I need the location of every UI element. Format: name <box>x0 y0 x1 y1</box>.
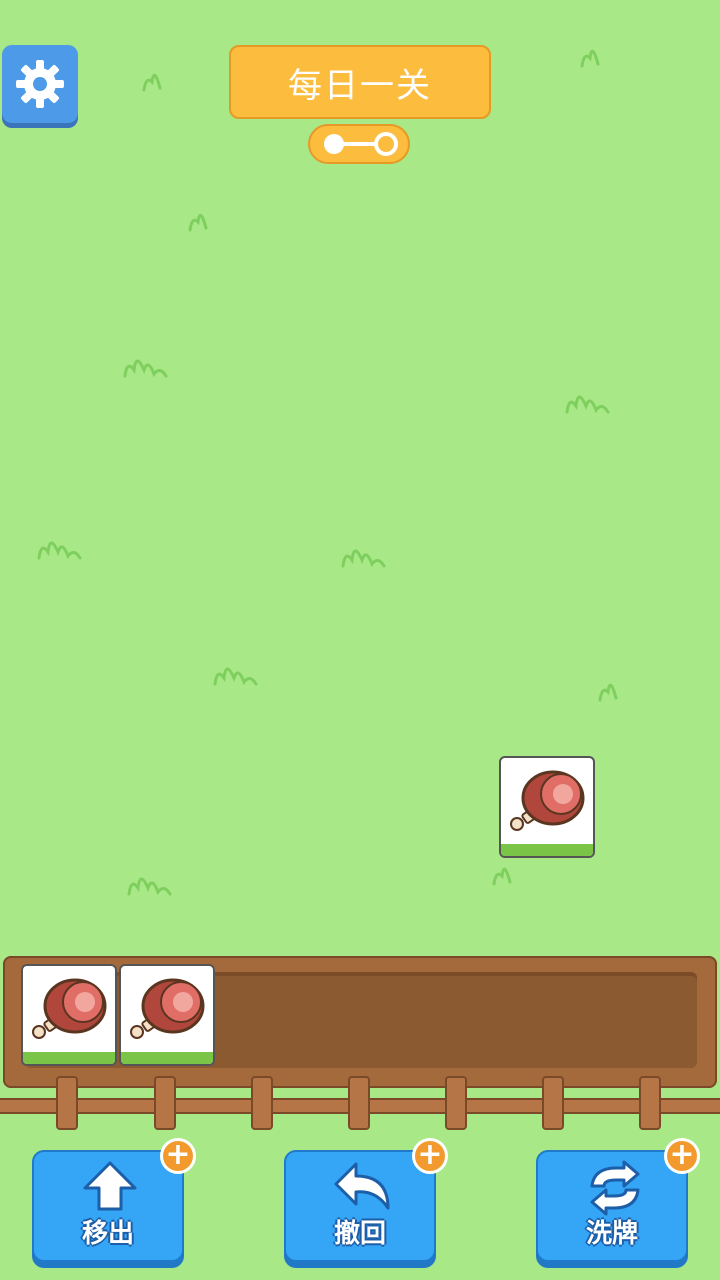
grass-decoration <box>492 867 512 886</box>
fence-post <box>445 1076 467 1130</box>
grass-decoration <box>565 395 610 414</box>
move-out-button[interactable]: 移出 + <box>32 1138 196 1262</box>
tile-base <box>23 1052 115 1064</box>
grass-decoration <box>580 49 600 68</box>
gear-icon <box>16 60 64 108</box>
grass-decoration <box>37 541 82 560</box>
grass-decoration <box>188 213 208 232</box>
board-tile-ham[interactable] <box>499 756 595 858</box>
grass-decoration <box>127 877 172 896</box>
add-icon[interactable]: + <box>160 1138 196 1174</box>
fence-post <box>542 1076 564 1130</box>
fence-post <box>56 1076 78 1130</box>
progress-dots-icon <box>324 132 398 156</box>
ham-leg-icon <box>130 978 205 1039</box>
grass-decoration <box>213 667 258 686</box>
settings-button[interactable] <box>2 45 78 123</box>
fence-post <box>154 1076 176 1130</box>
tray-tile-ham <box>21 964 117 1066</box>
fence-post <box>348 1076 370 1130</box>
level-title: 每日一关 <box>229 45 491 119</box>
undo-button[interactable]: 撤回 + <box>284 1138 448 1262</box>
shuffle-icon <box>590 1160 640 1216</box>
grass-decoration <box>598 683 618 702</box>
level-progress-indicator <box>308 124 410 164</box>
tile-base <box>501 844 593 856</box>
ham-leg-icon <box>510 770 585 831</box>
grass-decoration <box>341 549 386 568</box>
undo-label: 撤回 <box>333 1219 386 1249</box>
tile-base <box>121 1052 213 1064</box>
grass-decoration <box>142 73 162 92</box>
add-icon[interactable]: + <box>664 1138 700 1174</box>
arrow-up-icon <box>83 1161 137 1211</box>
ham-leg-icon <box>32 978 107 1039</box>
tray-tile-ham <box>119 964 215 1066</box>
grass-decoration <box>123 359 168 378</box>
fence-post <box>251 1076 273 1130</box>
shuffle-label: 洗牌 <box>585 1219 638 1249</box>
fence-post <box>639 1076 661 1130</box>
add-icon[interactable]: + <box>412 1138 448 1174</box>
undo-arrow-icon <box>334 1162 390 1210</box>
move-out-label: 移出 <box>81 1219 134 1249</box>
shuffle-button[interactable]: 洗牌 + <box>536 1138 700 1262</box>
